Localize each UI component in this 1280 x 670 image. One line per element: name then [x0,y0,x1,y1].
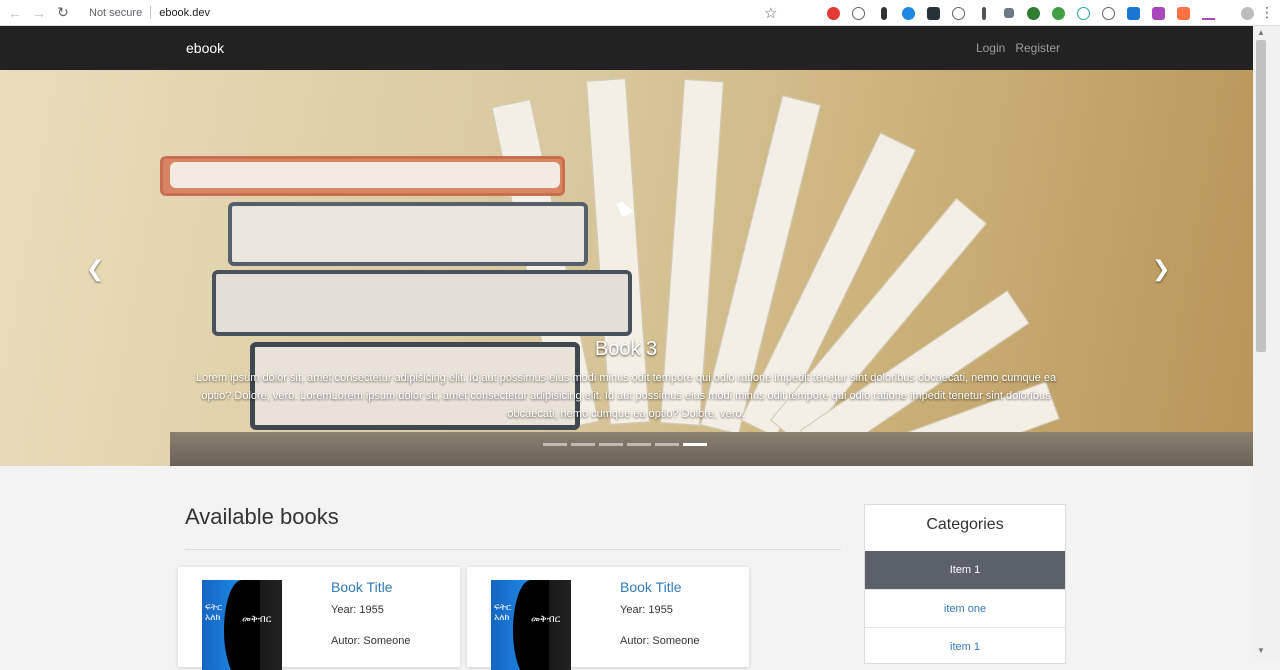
carousel-indicator-active[interactable] [683,443,707,446]
gear-extension-icon[interactable] [1071,3,1096,23]
nav-links: Login Register [976,41,1060,55]
cover-text-right: መቅብር [242,614,272,625]
caption-text: Lorem ipsum dolor sit, amet consectetur … [195,372,1057,420]
toolbar-divider [1221,3,1235,23]
cover-text-right: መቅብር [531,614,561,625]
url-divider [150,6,152,19]
facebook-extension-icon[interactable] [1121,3,1146,23]
cover-text-left: ፍትር አለክ [205,602,223,622]
categories-panel: Categories Item 1 item one item 1 [864,504,1066,664]
book-author: Autor: Someone [620,635,700,647]
more-menu-icon[interactable]: ⋮ [1260,4,1274,21]
carousel-caption: Book 3 Lorem ipsum dolor sit, amet conse… [185,338,1067,423]
carousel-indicator[interactable] [571,443,595,446]
book-cover[interactable]: ፍትር አለክ መቅብር [202,580,282,670]
book-author: Autor: Someone [331,635,411,647]
hero-carousel: ❮ ❯ Book 3 Lorem ipsum dolor sit, amet c… [0,70,1253,466]
cover-text-left: ፍትር አለክ [494,602,512,622]
avatar[interactable] [1235,3,1260,23]
carousel-indicators [543,443,707,446]
carousel-prev-icon[interactable]: ❮ [86,256,104,282]
carousel-indicator[interactable] [627,443,651,446]
category-item[interactable]: item 1 [865,627,1065,665]
book-year: Year: 1955 [620,604,673,616]
caption-title: Book 3 [594,338,658,360]
brand-logo[interactable]: ebook [186,40,224,56]
address-bar[interactable]: Not secure ebook.dev [89,6,210,19]
dark-extension-icon[interactable] [921,3,946,23]
bolt-extension-icon[interactable] [871,3,896,23]
scroll-down-icon[interactable]: ▼ [1256,646,1266,656]
carousel-indicator[interactable] [599,443,623,446]
section-title: Available books [185,504,339,529]
eyedropper-extension-icon[interactable] [971,3,996,23]
grammar-extension-icon[interactable] [1046,3,1071,23]
book-card[interactable]: ፍትር አለክ መቅብር Book Title Year: 1955 Autor… [467,567,749,670]
download-extension-icon[interactable] [1196,3,1221,23]
a-extension-icon[interactable] [896,3,921,23]
category-item-active[interactable]: Item 1 [865,551,1065,589]
browser-toolbar: ← → ↻ Not secure ebook.dev ☆ ⋮ [0,0,1280,26]
site-navbar: ebook Login Register [0,26,1253,70]
gauge-extension-icon[interactable] [946,3,971,23]
back-icon[interactable]: ← [3,1,27,25]
book-year: Year: 1955 [331,604,384,616]
screen-extension-icon[interactable] [1146,3,1171,23]
carousel-indicator[interactable] [543,443,567,446]
login-link[interactable]: Login [976,41,1005,55]
book-card[interactable]: ፍትር አለክ መቅብር Book Title Year: 1955 Autor… [178,567,460,670]
vue-extension-icon[interactable] [996,3,1021,23]
url-text[interactable]: ebook.dev [159,7,210,19]
register-link[interactable]: Register [1015,41,1060,55]
category-item[interactable]: item one [865,589,1065,627]
scroll-up-icon[interactable]: ▲ [1256,28,1266,38]
bookmark-star-icon[interactable]: ☆ [764,4,777,22]
whatsapp-extension-icon[interactable] [1096,3,1121,23]
carousel-next-icon[interactable]: ❯ [1152,256,1170,282]
section-divider [185,549,841,550]
smiley-extension-icon[interactable] [846,3,871,23]
bookshelf [170,432,1253,466]
green-extension-icon[interactable] [1021,3,1046,23]
extensions-bar [821,3,1260,23]
reload-icon[interactable]: ↻ [51,1,75,25]
categories-title: Categories [926,516,1004,533]
video-extension-icon[interactable] [1171,3,1196,23]
book-title-link[interactable]: Book Title [331,579,392,595]
book-cover[interactable]: ፍትር አለክ መቅብር [491,580,571,670]
forward-icon[interactable]: → [27,1,51,25]
carousel-indicator[interactable] [655,443,679,446]
scrollbar-thumb[interactable] [1256,40,1266,352]
book-title-link[interactable]: Book Title [620,579,681,595]
opera-extension-icon[interactable] [821,3,846,23]
security-label[interactable]: Not secure [89,7,142,19]
